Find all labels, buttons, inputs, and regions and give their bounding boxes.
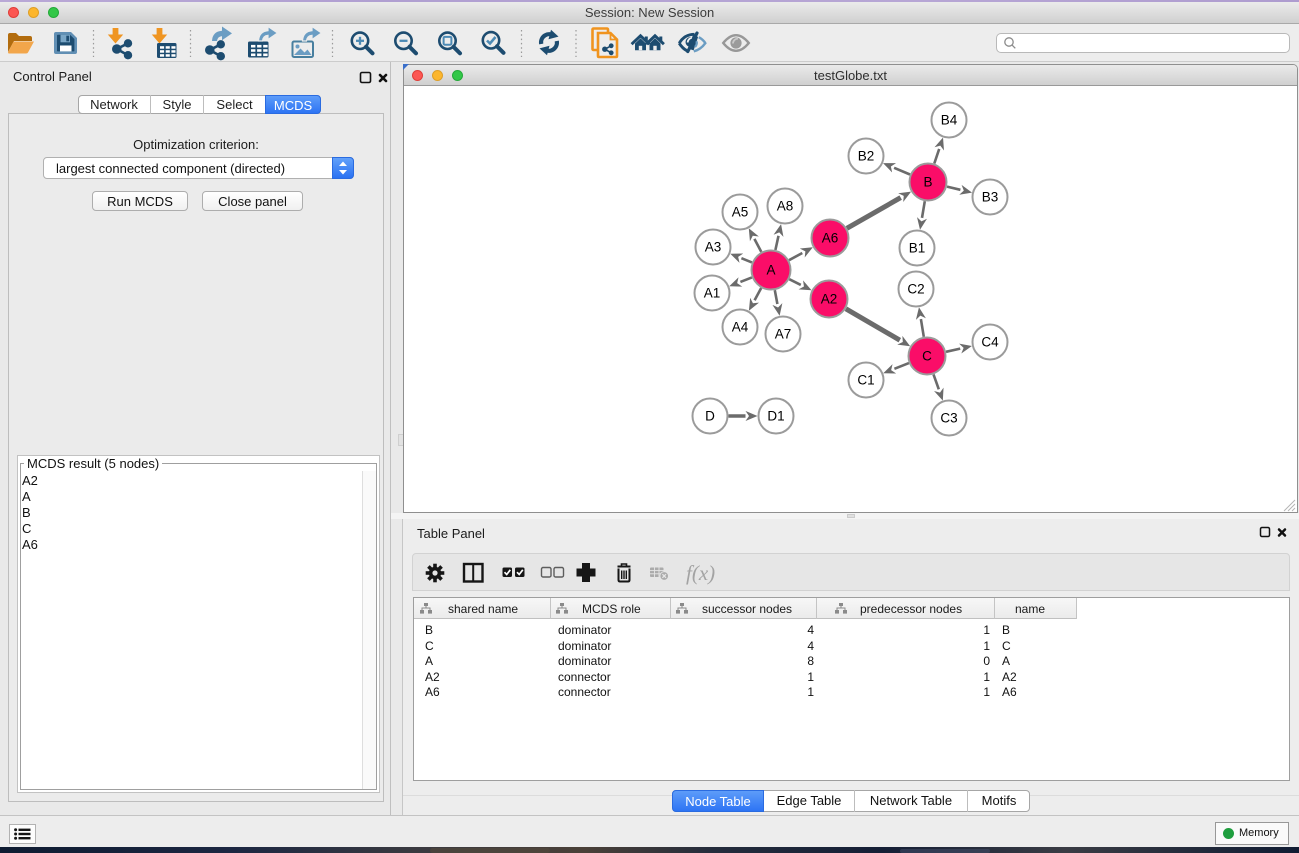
svg-text:A5: A5 [732,205,749,220]
svg-text:A8: A8 [777,199,794,214]
svg-text:C2: C2 [907,282,924,297]
svg-text:A2: A2 [821,292,838,307]
svg-text:C4: C4 [981,335,999,350]
svg-text:A3: A3 [705,240,722,255]
svg-text:B: B [923,175,932,190]
svg-text:C1: C1 [857,373,874,388]
svg-text:A1: A1 [704,286,721,301]
svg-text:A7: A7 [775,327,792,342]
svg-text:D1: D1 [767,409,784,424]
svg-text:B3: B3 [982,190,999,205]
svg-text:B1: B1 [909,241,926,256]
svg-text:B2: B2 [858,149,875,164]
svg-text:f(x): f(x) [686,561,715,585]
svg-text:C: C [922,349,932,364]
svg-text:A4: A4 [732,320,749,335]
svg-text:B4: B4 [941,113,958,128]
svg-text:A: A [766,263,775,278]
svg-text:D: D [705,409,715,424]
svg-text:C3: C3 [940,411,957,426]
svg-text:A6: A6 [822,231,839,246]
